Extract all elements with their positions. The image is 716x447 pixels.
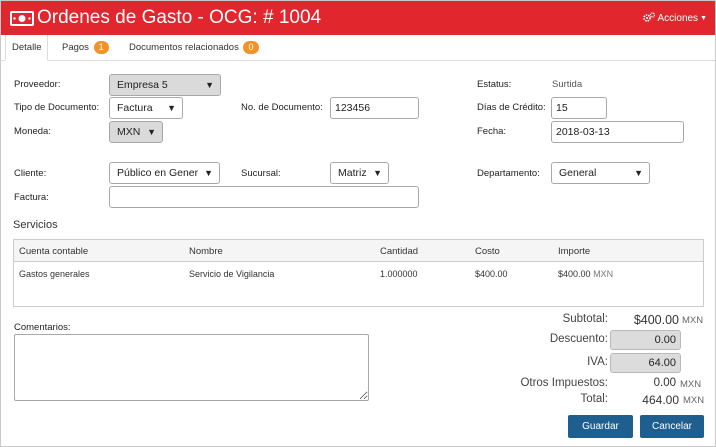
caret-down-icon: ▼ [204,168,213,178]
cliente-label: Cliente: [14,168,47,179]
column-header: Cuenta contable [19,246,89,257]
moneda-label: Moneda: [14,126,51,137]
factura-input[interactable] [109,186,419,208]
estatus-value: Surtida [552,79,583,90]
comentarios-label: Comentarios: [14,322,71,333]
moneda-value: MXN [117,126,141,138]
actions-label: Acciones [657,13,699,24]
count-badge: 0 [243,41,259,54]
otros-impuestos-label: Otros Impuestos: [520,377,608,389]
caret-down-icon: ▼ [700,15,707,22]
otros-impuestos-currency: MXN [680,379,702,390]
importe-value: $400.00 [558,269,591,279]
dias-credito-input[interactable]: 15 [551,97,607,119]
gears-icon [643,12,656,25]
money-icon [10,10,34,27]
sucursal-label: Sucursal: [241,168,281,179]
tab-label: Documentos relacionados [129,42,239,53]
count-badge: 1 [93,41,109,54]
subtotal-value: $400.00 [633,313,679,327]
descuento-label: Descuento: [549,333,608,345]
servicios-table: Cuenta contable Nombre Cantidad Costo Im… [13,239,704,307]
tipo-documento-label: Tipo de Documento: [14,102,100,113]
total-label: Total: [580,393,609,405]
column-header: Nombre [189,246,223,257]
cliente-select[interactable]: Público en Gener ▼ [109,162,220,184]
actions-menu-button[interactable]: Acciones ▼ [643,12,707,25]
subtotal-label: Subtotal: [562,313,608,325]
departamento-select[interactable]: General ▼ [551,162,650,184]
proveedor-label: Proveedor: [14,79,61,90]
tab-detalle[interactable]: Detalle [5,35,48,61]
sucursal-select[interactable]: Matriz ▼ [330,162,389,184]
guardar-button[interactable]: Guardar [568,415,633,438]
comentarios-textarea[interactable] [14,334,369,401]
cell-cuenta: Gastos generales [19,269,90,279]
sucursal-value: Matriz [338,167,367,179]
tab-pagos[interactable]: Pagos 1 [62,35,109,61]
servicios-heading: Servicios [13,219,58,231]
tab-bar: Detalle Pagos 1 Documentos relacionados … [1,35,715,61]
departamento-value: General [559,167,597,179]
table-header: Cuenta contable Nombre Cantidad Costo Im… [14,240,703,262]
caret-down-icon: ▼ [167,103,176,113]
fecha-input[interactable]: 2018-03-13 [551,121,684,143]
otros-impuestos-value: 0.00 [653,377,676,389]
iva-label: IVA: [587,356,608,368]
proveedor-select[interactable]: Empresa 5 ▼ [109,74,221,96]
tipo-documento-value: Factura [117,102,153,114]
tipo-documento-select[interactable]: Factura ▼ [109,97,183,119]
moneda-select[interactable]: MXN ▼ [109,121,163,143]
cliente-value: Público en Gener [117,167,199,179]
caret-down-icon: ▼ [147,127,156,137]
title-bar: Ordenes de Gasto - OCG: # 1004 Acciones … [1,1,715,35]
tab-label: Pagos [62,42,89,53]
subtotal-currency: MXN [682,315,704,326]
cell-cantidad: 1.000000 [380,269,418,279]
column-header: Cantidad [380,246,419,257]
page-title: Ordenes de Gasto - OCG: # 1004 [37,7,322,28]
iva-input[interactable]: 64.00 [610,353,681,373]
cell-nombre: Servicio de Vigilancia [189,269,275,279]
total-value: 464.00 [642,393,679,407]
cell-importe: $400.00 MXN [558,269,613,279]
descuento-input[interactable]: 0.00 [610,330,681,350]
importe-currency: MXN [593,269,614,279]
caret-down-icon: ▼ [634,168,643,178]
dias-credito-label: Días de Crédito: [477,102,546,113]
departamento-label: Departamento: [477,168,540,179]
proveedor-value: Empresa 5 [117,79,168,91]
column-header: Costo [475,246,500,257]
cancelar-button[interactable]: Cancelar [640,415,704,438]
column-header: Importe [558,246,591,257]
total-currency: MXN [683,395,705,406]
no-documento-label: No. de Documento: [241,102,323,113]
fecha-label: Fecha: [477,126,507,137]
estatus-label: Estatus: [477,79,512,90]
caret-down-icon: ▼ [373,168,382,178]
tab-documentos-relacionados[interactable]: Documentos relacionados 0 [129,35,259,61]
no-documento-input[interactable]: 123456 [330,97,419,119]
factura-label: Factura: [14,192,49,203]
cell-costo: $400.00 [475,269,508,279]
caret-down-icon: ▼ [205,80,214,90]
tab-label: Detalle [12,42,42,53]
